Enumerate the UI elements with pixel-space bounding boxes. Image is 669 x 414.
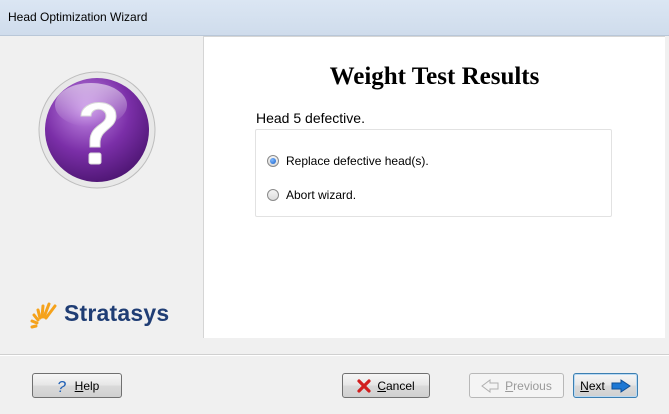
window-title: Head Optimization Wizard [8, 10, 148, 24]
svg-text:?: ? [57, 379, 66, 394]
content-panel: Weight Test Results Head 5 defective. Re… [203, 36, 665, 338]
option-abort-wizard[interactable]: Abort wizard. [267, 188, 356, 202]
next-button[interactable]: Next [573, 373, 638, 398]
help-button[interactable]: ? Help [32, 373, 122, 398]
arrow-right-icon [611, 378, 631, 393]
footer-divider [0, 354, 669, 356]
next-button-label: Next [580, 378, 605, 393]
previous-button-label: Previous [505, 378, 552, 393]
radio-abort-wizard[interactable] [267, 189, 279, 201]
option-replace-label: Replace defective head(s). [286, 154, 429, 168]
cancel-button[interactable]: Cancel [342, 373, 430, 398]
option-replace-heads[interactable]: Replace defective head(s). [267, 154, 429, 168]
option-abort-label: Abort wizard. [286, 188, 357, 202]
options-group: Replace defective head(s). Abort wizard. [255, 129, 612, 217]
radio-replace-heads[interactable] [267, 155, 279, 167]
stratasys-burst-icon [30, 302, 57, 329]
question-icon [38, 71, 156, 189]
logo-text: Stratasys [64, 300, 170, 326]
help-button-label: Help [74, 378, 100, 393]
previous-button[interactable]: Previous [469, 373, 564, 398]
title-bar: Head Optimization Wizard [0, 0, 669, 36]
side-panel: Stratasys [0, 36, 203, 338]
page-title: Weight Test Results [329, 63, 540, 90]
red-x-icon [357, 378, 371, 393]
arrow-left-icon [481, 378, 499, 393]
cancel-button-label: Cancel [377, 378, 415, 393]
status-message: Head 5 defective. [256, 110, 365, 126]
question-mark-icon: ? [55, 378, 69, 394]
wizard-body: Stratasys Weight Test Results Head 5 def… [0, 36, 669, 414]
